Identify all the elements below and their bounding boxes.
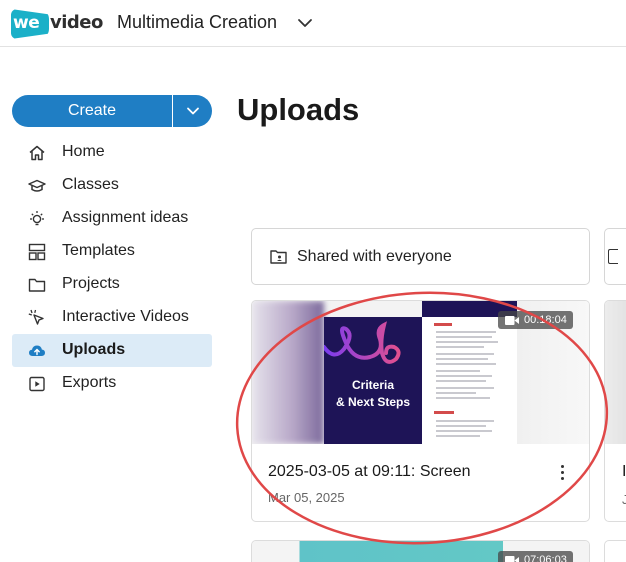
slide-title-text: Criteria & Next Steps [324, 377, 422, 411]
video-camera-icon [505, 556, 519, 562]
doc-heading [434, 411, 454, 414]
slide-title-line: Criteria [351, 378, 395, 392]
doc-heading [434, 323, 452, 326]
upload-title: I [622, 463, 626, 481]
slide-title-line: & Next Steps [335, 395, 411, 409]
doc-line [436, 341, 498, 343]
chevron-down-icon [186, 107, 199, 115]
templates-icon [28, 243, 46, 261]
logo-word: video [50, 12, 103, 33]
sidebar-item-label: Home [62, 143, 105, 160]
video-camera-icon [505, 316, 519, 325]
upload-date: Mar 05, 2025 [268, 490, 345, 505]
sidebar-item-label: Interactive Videos [62, 308, 189, 325]
doc-line [436, 363, 496, 365]
doc-line [436, 346, 484, 348]
sidebar-item-assignment-ideas[interactable]: Assignment ideas [12, 202, 212, 235]
upload-card[interactable]: Criteria & Next Steps 00:18:04 2025-03-0… [251, 300, 590, 522]
doc-line [436, 430, 492, 432]
swirl-graphic [322, 321, 401, 364]
sidebar-item-label: Classes [62, 176, 119, 193]
doc-line [436, 375, 492, 377]
create-button[interactable]: Create [12, 95, 172, 127]
duration-badge: 00:18:04 [498, 311, 573, 329]
upload-card-next[interactable]: 07:06:03 [251, 540, 590, 562]
slide-document [422, 317, 518, 444]
folder-icon [608, 249, 618, 264]
lightbulb-icon [30, 211, 44, 226]
sidebar-item-label: Projects [62, 275, 120, 292]
home-icon [29, 145, 45, 161]
shared-with-everyone-folder[interactable]: Shared with everyone [251, 228, 590, 285]
sidebar-item-uploads[interactable]: Uploads [12, 334, 212, 367]
doc-line [436, 331, 496, 333]
sidebar-item-label: Exports [62, 374, 117, 391]
doc-line [436, 392, 476, 394]
sidebar-item-label: Assignment ideas [62, 209, 189, 226]
video-thumbnail[interactable]: Criteria & Next Steps 00:18:04 [252, 301, 589, 444]
sidebar-item-templates[interactable]: Templates [12, 235, 212, 268]
folder-icon [28, 278, 46, 292]
duration-text: 00:18:04 [524, 314, 567, 326]
upload-date: J [622, 492, 626, 507]
play-box-icon [29, 376, 45, 392]
doc-line [436, 387, 494, 389]
doc-line [436, 370, 480, 372]
sidebar-item-classes[interactable]: Classes [12, 169, 212, 202]
top-header: we video Multimedia Creation [0, 0, 626, 47]
upload-title[interactable]: 2025-03-05 at 09:11: Screen [268, 463, 471, 481]
upload-card-partial[interactable] [604, 540, 626, 562]
upload-card-partial[interactable]: I J [604, 300, 626, 522]
doc-line [436, 425, 486, 427]
create-dropdown-button[interactable] [173, 95, 212, 127]
sidebar-item-projects[interactable]: Projects [12, 268, 212, 301]
doc-line [436, 420, 494, 422]
wevideo-logo[interactable]: we video [11, 9, 103, 39]
sidebar-item-interactive-videos[interactable]: Interactive Videos [12, 301, 212, 334]
doc-line [436, 397, 490, 399]
logo-mark-text: we [13, 13, 40, 33]
folder-label: Shared with everyone [297, 248, 452, 265]
video-thumbnail [605, 301, 626, 444]
thumbnail-blur [252, 301, 324, 444]
cursor-click-icon [28, 309, 44, 325]
workspace-name[interactable]: Multimedia Creation [117, 12, 277, 33]
duration-badge: 07:06:03 [498, 551, 573, 562]
page-title: Uploads [237, 92, 360, 127]
doc-line [436, 380, 486, 382]
chevron-down-icon[interactable] [296, 14, 314, 32]
sidebar-item-home[interactable]: Home [12, 136, 212, 169]
more-options-icon[interactable] [556, 461, 568, 483]
folder-card-partial[interactable] [604, 228, 626, 285]
graduation-cap-icon [28, 179, 46, 192]
sidebar-item-label: Uploads [62, 341, 126, 358]
sidebar-item-exports[interactable]: Exports [12, 367, 212, 400]
duration-text: 07:06:03 [524, 554, 567, 562]
doc-line [436, 435, 480, 437]
sidebar-item-label: Templates [62, 242, 135, 259]
sidebar-nav: Home Classes Assignment ideas Templates [12, 136, 212, 400]
doc-line [436, 353, 494, 355]
cloud-upload-icon [29, 345, 45, 356]
shared-folder-icon [270, 250, 287, 264]
doc-line [436, 336, 492, 338]
doc-line [436, 358, 488, 360]
